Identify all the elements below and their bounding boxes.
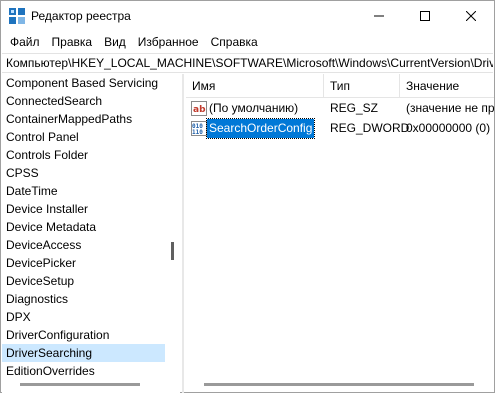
menu-favorites[interactable]: Избранное	[132, 32, 205, 52]
tree-item[interactable]: DriverConfiguration	[2, 326, 180, 344]
list-header: Имя Тип Значение	[186, 74, 494, 98]
window-title: Редактор реестра	[31, 9, 131, 23]
values-list[interactable]: Имя Тип Значение ab (По умолчанию) REG_S…	[186, 74, 494, 376]
menu-bar: Файл Правка Вид Избранное Справка	[1, 32, 494, 52]
close-icon	[466, 11, 476, 21]
tree-item[interactable]: DateTime	[2, 182, 180, 200]
tree-item[interactable]: EditionOverrides	[2, 362, 180, 376]
tree-item[interactable]: DevicePicker	[2, 254, 180, 272]
value-name: SearchOrderConfig	[205, 118, 316, 139]
tree-horizontal-scrollbar[interactable]	[2, 376, 180, 393]
tree-item[interactable]: Diagnostics	[2, 290, 180, 308]
list-horizontal-scroll-thumb[interactable]	[204, 383, 474, 386]
string-value-icon: ab	[191, 101, 207, 116]
close-button[interactable]	[448, 1, 494, 31]
column-type-header[interactable]: Тип	[324, 74, 400, 98]
address-bar[interactable]: Компьютер\HKEY_LOCAL_MACHINE\SOFTWARE\Mi…	[2, 53, 493, 73]
svg-text:ab: ab	[193, 105, 206, 115]
tree-item[interactable]: Component Based Servicing	[2, 74, 180, 92]
value-row-selected[interactable]: 010 110 SearchOrderConfig REG_DWORD 0x00…	[186, 118, 494, 139]
tree-item[interactable]: ConnectedSearch	[2, 92, 180, 110]
binary-value-icon: 010 110	[191, 121, 207, 136]
menu-edit[interactable]: Правка	[46, 32, 99, 52]
regedit-app-icon	[9, 8, 25, 24]
maximize-icon	[420, 11, 430, 21]
tree-horizontal-scroll-thumb[interactable]	[20, 383, 140, 386]
svg-text:110: 110	[192, 129, 203, 136]
tree-item[interactable]: Controls Folder	[2, 146, 180, 164]
menu-view[interactable]: Вид	[98, 32, 132, 52]
column-value-header[interactable]: Значение	[400, 74, 494, 98]
tree-item-selected[interactable]: DriverSearching	[2, 344, 180, 362]
column-name-header[interactable]: Имя	[186, 74, 324, 98]
value-type: REG_SZ	[330, 101, 379, 115]
minimize-button[interactable]	[356, 1, 402, 31]
title-bar[interactable]: Редактор реестра	[1, 1, 494, 31]
value-data: (значение не присвоено)	[406, 101, 494, 115]
tree-item[interactable]: DeviceAccess	[2, 236, 180, 254]
minimize-icon	[374, 15, 384, 17]
tree-vertical-scroll-thumb[interactable]	[171, 242, 174, 260]
pane-splitter[interactable]	[182, 74, 184, 393]
tree-vertical-scrollbar[interactable]	[165, 74, 180, 376]
tree-item[interactable]: DeviceSetup	[2, 272, 180, 290]
tree-item[interactable]: Control Panel	[2, 128, 180, 146]
tree-item[interactable]: DPX	[2, 308, 180, 326]
key-tree[interactable]: Component Based Servicing ConnectedSearc…	[2, 74, 180, 376]
menu-file[interactable]: Файл	[4, 32, 46, 52]
value-type: REG_DWORD	[330, 121, 410, 135]
tree-item[interactable]: Device Metadata	[2, 218, 180, 236]
tree-item[interactable]: Device Installer	[2, 200, 180, 218]
maximize-button[interactable]	[402, 1, 448, 31]
list-horizontal-scrollbar[interactable]	[186, 376, 494, 393]
registry-editor-window: Редактор реестра Файл Правка Вид Избранн…	[0, 0, 495, 393]
value-row[interactable]: ab (По умолчанию) REG_SZ (значение не пр…	[186, 99, 494, 118]
value-name: (По умолчанию)	[209, 101, 299, 115]
menu-help[interactable]: Справка	[205, 32, 264, 52]
value-data: 0x00000000 (0)	[406, 121, 491, 135]
tree-item[interactable]: ContainerMappedPaths	[2, 110, 180, 128]
tree-item[interactable]: CPSS	[2, 164, 180, 182]
